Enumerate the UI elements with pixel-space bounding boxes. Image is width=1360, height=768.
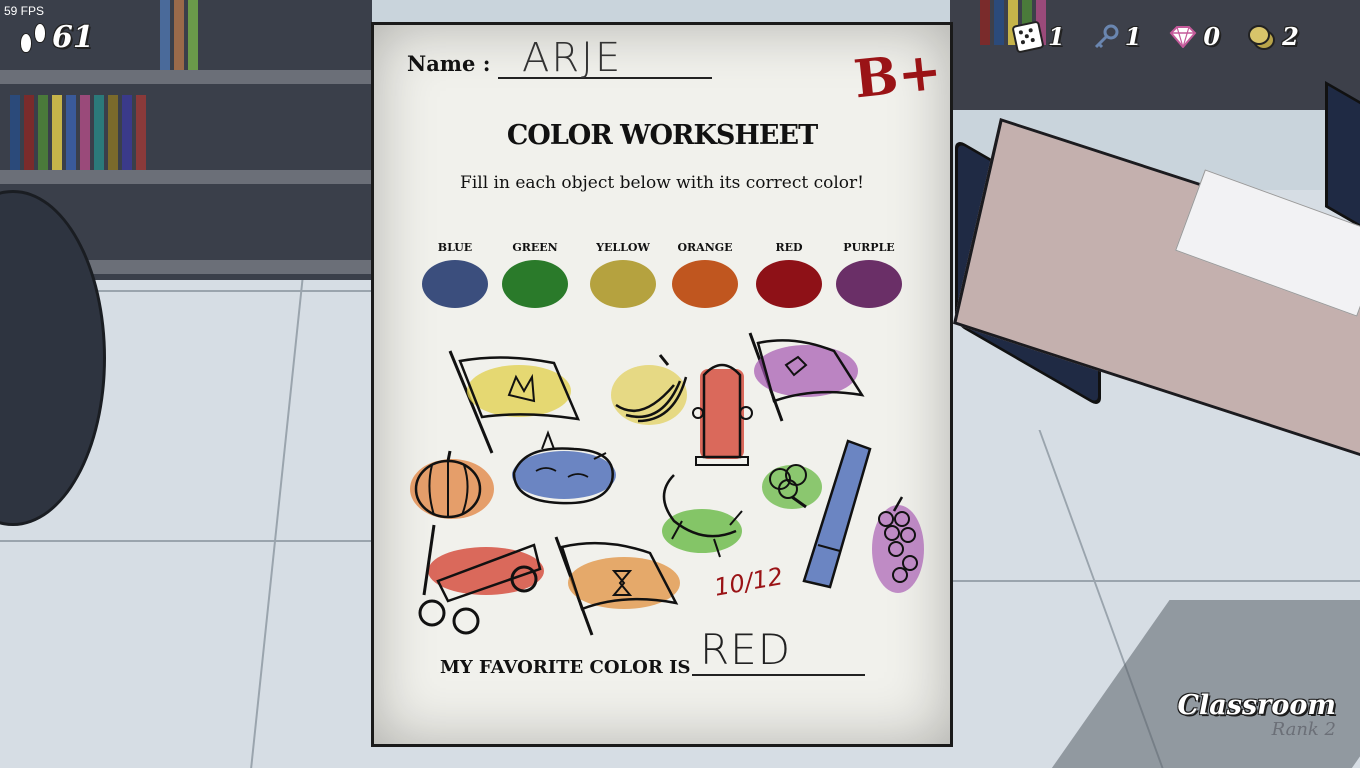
swatch-yellow: YELLOW — [588, 241, 658, 312]
book — [994, 0, 1004, 45]
location-rank: Rank 2 — [1271, 719, 1336, 740]
favorite-color-value: RED — [700, 625, 792, 674]
book — [10, 95, 20, 170]
swatch-orange: ORANGE — [670, 241, 740, 312]
book — [52, 95, 62, 170]
floor-tile-line — [950, 580, 1360, 582]
book — [108, 95, 118, 170]
swatch-label: PURPLE — [843, 241, 895, 254]
broccoli-drawing — [762, 464, 822, 509]
favorite-color-label: MY FAVORITE COLOR IS — [440, 657, 691, 678]
swatch-dot — [836, 260, 902, 308]
dice-icon — [1011, 19, 1045, 54]
worksheet-title: COLOR WORKSHEET — [506, 120, 818, 151]
book — [122, 95, 132, 170]
worksheet-instructions: Fill in each object below with its corre… — [460, 173, 864, 193]
swatch-green: GREEN — [500, 241, 570, 312]
swatch-blue: BLUE — [420, 241, 490, 312]
purple-flag-drawing — [748, 332, 865, 422]
swatch-dot — [672, 260, 738, 308]
location-indicator: Classroom Rank 2 — [1178, 690, 1336, 740]
swatch-dot — [590, 260, 656, 308]
lizard-drawing — [662, 474, 743, 558]
swatch-label: ORANGE — [677, 241, 733, 254]
swatch-label: RED — [775, 241, 803, 254]
swatch-dot — [502, 260, 568, 308]
name-value: ARJE — [522, 35, 623, 81]
book — [980, 0, 990, 45]
swatch-red: RED — [754, 241, 824, 312]
grapes-drawing — [872, 496, 924, 593]
book — [38, 95, 48, 170]
favorite-color-underline — [692, 674, 865, 676]
gem-icon — [1169, 25, 1197, 49]
bananas-drawing — [611, 354, 688, 425]
swatch-purple: PURPLE — [834, 241, 904, 312]
coins-counter: 2 — [1248, 22, 1299, 51]
coins-value: 2 — [1282, 22, 1299, 51]
book — [174, 0, 184, 70]
fire-hydrant-drawing — [692, 363, 753, 466]
bookshelf-right — [950, 0, 1360, 110]
yellow-flag-drawing — [448, 350, 581, 454]
grade-mark: B+ — [851, 40, 945, 111]
coins-icon — [1248, 24, 1276, 50]
blue-marker-drawing — [802, 439, 872, 589]
pumpkin-drawing — [410, 450, 494, 519]
location-title: Classroom — [1177, 690, 1336, 721]
dice-counter: 1 — [1011, 19, 1065, 54]
steps-counter: 61 — [18, 20, 94, 55]
orange-flag-drawing — [554, 536, 680, 636]
pond-drawing — [512, 430, 616, 505]
book — [24, 95, 34, 170]
color-worksheet[interactable]: Name : ARJE B+ COLOR WORKSHEET Fill in e… — [371, 22, 953, 747]
key-icon — [1093, 24, 1119, 50]
shelf-board — [0, 70, 372, 84]
swatch-dot — [422, 260, 488, 308]
shelf-board — [0, 170, 372, 184]
book — [136, 95, 146, 170]
swatch-label: GREEN — [512, 241, 558, 254]
book — [188, 0, 198, 70]
gems-value: 0 — [1203, 22, 1221, 51]
gems-counter: 0 — [1169, 22, 1220, 51]
name-label: Name : — [407, 51, 491, 76]
inventory-bar: 1 1 0 2 — [1011, 19, 1299, 54]
footsteps-icon — [18, 21, 48, 55]
book — [80, 95, 90, 170]
book — [94, 95, 104, 170]
keys-counter: 1 — [1093, 22, 1142, 51]
steps-value: 61 — [52, 20, 94, 55]
swatch-dot — [756, 260, 822, 308]
fps-counter: 59 FPS — [4, 4, 45, 18]
floor-tile-line — [0, 540, 372, 542]
dice-value: 1 — [1048, 22, 1065, 51]
keys-value: 1 — [1124, 22, 1142, 51]
red-wagon-drawing — [418, 524, 544, 635]
colored-drawings — [410, 332, 924, 636]
swatch-label: BLUE — [437, 241, 473, 254]
book — [66, 95, 76, 170]
swatch-label: YELLOW — [596, 241, 650, 254]
book — [160, 0, 170, 70]
